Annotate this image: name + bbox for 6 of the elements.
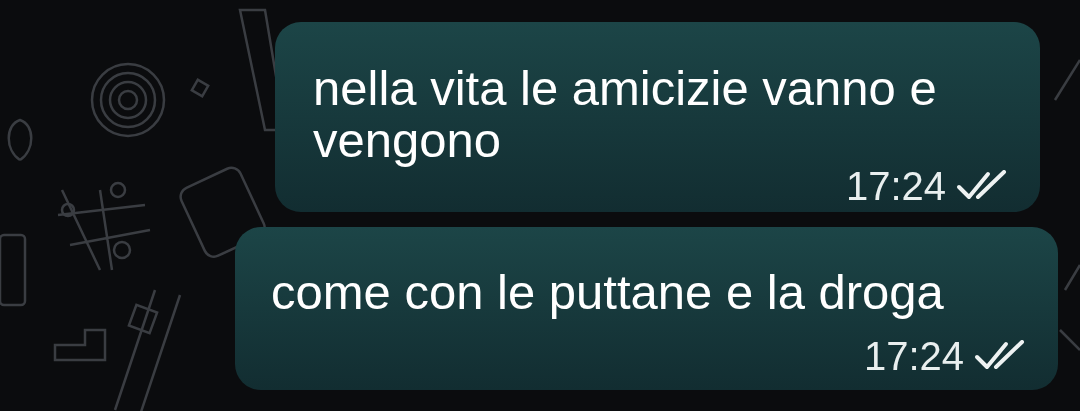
message-text: nella vita le amicizie vanno e vengono — [313, 62, 938, 166]
message-time: 17:24 — [845, 166, 946, 206]
message-text: come con le puttane e la droga — [271, 264, 945, 321]
message-time: 17:24 — [863, 336, 964, 376]
message-bubble[interactable]: come con le puttane e la droga 17:24 — [235, 227, 1058, 390]
message-bubble[interactable]: nella vita le amicizie vanno e vengono 17:24 — [275, 22, 1040, 212]
